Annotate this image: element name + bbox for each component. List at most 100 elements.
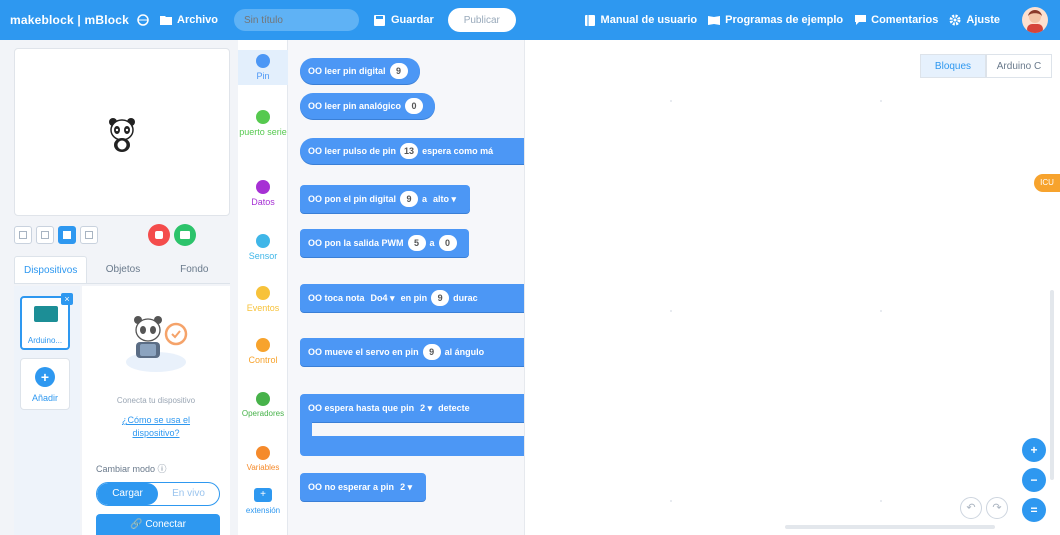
level-dropdown[interactable]: alto ▾ xyxy=(433,194,456,205)
panda-connect-illustration-icon xyxy=(120,308,192,377)
user-manual-link[interactable]: Manual de usuario xyxy=(583,13,697,27)
pin-value-input[interactable]: 0 xyxy=(405,98,424,114)
block-categories: Pin puerto serie Datos Sensor Eventos Co… xyxy=(238,40,288,535)
undo-icon[interactable]: ↶ xyxy=(960,497,982,519)
extension-icon: + xyxy=(254,488,272,502)
small-stage-icon[interactable] xyxy=(36,226,54,244)
mblock-app: makeblock | mBlock Archivo Guardar Publi… xyxy=(0,0,1060,535)
horizontal-scrollbar[interactable] xyxy=(785,525,995,529)
category-dot-icon xyxy=(256,446,270,460)
pwm-value-input[interactable]: 0 xyxy=(438,235,457,251)
pin-value-input[interactable]: 13 xyxy=(400,143,419,159)
stage-canvas[interactable] xyxy=(14,48,230,216)
category-sensor[interactable]: Sensor xyxy=(238,234,288,261)
category-serial[interactable]: puerto serie xyxy=(238,110,288,138)
plus-icon: + xyxy=(35,367,55,387)
device-connect-panel: Conecta tu dispositivo ¿Cómo se usa el d… xyxy=(82,286,230,535)
panda-sprite-icon[interactable] xyxy=(107,117,137,156)
pin-value-input[interactable]: 5 xyxy=(407,235,426,251)
category-dot-icon xyxy=(256,54,270,68)
file-menu[interactable]: Archivo xyxy=(159,13,218,27)
mode-live-option[interactable]: En vivo xyxy=(158,483,219,505)
zoom-out-icon[interactable]: − xyxy=(1022,468,1046,492)
category-pin[interactable]: Pin xyxy=(238,50,288,85)
block-set-pwm-output[interactable]: OO pon la salida PWM 5 a 0 xyxy=(300,229,469,257)
block-read-analog-pin[interactable]: OO leer pin analógico 0 xyxy=(300,93,436,119)
save-label: Guardar xyxy=(390,14,434,26)
device-label: Arduino... xyxy=(27,336,63,345)
block-wait-until-pin[interactable]: OO espera hasta que pin 2 ▾ detecte xyxy=(300,394,524,422)
category-variables[interactable]: Variables xyxy=(238,446,288,472)
connect-button[interactable]: 🔗 Conectar xyxy=(96,514,220,535)
category-dot-icon xyxy=(256,338,270,352)
zoom-reset-icon[interactable]: = xyxy=(1022,498,1046,522)
block-set-digital-pin[interactable]: OO pon el pin digital 9 a alto ▾ xyxy=(300,185,471,213)
publish-button[interactable]: Publicar xyxy=(447,8,516,32)
top-bar: makeblock | mBlock Archivo Guardar Publi… xyxy=(0,0,1060,40)
help-link-line1: ¿Cómo se usa el xyxy=(121,415,191,425)
stop-icon xyxy=(155,231,163,239)
connect-hint-text: Conecta tu dispositivo xyxy=(116,396,196,405)
settings-menu[interactable]: Ajuste xyxy=(948,13,1000,27)
arduino-device-card[interactable]: × Arduino... xyxy=(20,293,73,350)
tab-arduino-c[interactable]: Arduino C xyxy=(986,54,1052,78)
save-button[interactable]: Guardar xyxy=(373,13,434,27)
pin-value-input[interactable]: 9 xyxy=(431,290,450,306)
category-operators[interactable]: Operadores xyxy=(238,392,288,418)
stop-button[interactable] xyxy=(148,224,170,246)
side-panel-toggle[interactable]: ICU xyxy=(1034,174,1060,192)
examples-link[interactable]: Programas de ejemplo xyxy=(707,13,843,27)
pin-value-input[interactable]: 9 xyxy=(422,344,441,360)
tab-blocks[interactable]: Bloques xyxy=(920,54,986,78)
tab-devices[interactable]: Dispositivos xyxy=(14,256,88,283)
mode-upload-option[interactable]: Cargar xyxy=(97,483,158,505)
block-play-note[interactable]: OO toca nota Do4 ▾ en pin 9 durac xyxy=(300,284,524,312)
pin-value-input[interactable]: 9 xyxy=(400,191,419,207)
note-dropdown[interactable]: Do4 ▾ xyxy=(371,293,395,304)
category-data[interactable]: Datos xyxy=(238,180,288,207)
script-area[interactable]: Bloques Arduino C ICU + − = ↶ ↷ xyxy=(524,40,1060,535)
block-move-servo[interactable]: OO mueve el servo en pin 9 al ángulo xyxy=(300,338,524,366)
category-dot-icon xyxy=(256,180,270,194)
block-read-digital-pin[interactable]: OO leer pin digital 9 xyxy=(300,58,420,84)
pin-dropdown[interactable]: 2 ▾ xyxy=(400,482,412,493)
redo-icon[interactable]: ↷ xyxy=(986,497,1008,519)
category-dot-icon xyxy=(256,110,270,124)
category-events[interactable]: Eventos xyxy=(238,286,288,313)
vertical-scrollbar[interactable] xyxy=(1050,290,1054,480)
user-avatar[interactable] xyxy=(1022,7,1048,33)
tab-backdrop[interactable]: Fondo xyxy=(159,256,230,283)
category-extension[interactable]: + extensión xyxy=(238,488,288,515)
project-title-input[interactable] xyxy=(233,9,359,31)
block-read-pulse-pin[interactable]: OO leer pulso de pin 13 espera como má xyxy=(300,138,524,164)
pin-dropdown[interactable]: 2 ▾ xyxy=(420,403,432,414)
feedback-link[interactable]: Comentarios xyxy=(853,13,938,27)
block-no-wait-pin[interactable]: OO no esperar a pin 2 ▾ xyxy=(300,473,427,501)
add-device-label: Añadir xyxy=(31,393,58,403)
save-icon xyxy=(373,13,387,27)
close-icon[interactable]: × xyxy=(61,293,73,305)
devices-list: × Arduino... + Añadir xyxy=(14,286,80,535)
settings-label: Ajuste xyxy=(966,14,1000,26)
help-link[interactable]: ¿Cómo se usa el dispositivo? xyxy=(82,414,230,440)
brand-logo: makeblock | mBlock xyxy=(10,13,130,27)
add-device-button[interactable]: + Añadir xyxy=(20,358,70,410)
category-control[interactable]: Control xyxy=(238,338,288,365)
top-right-menu: Manual de usuario Programas de ejemplo C… xyxy=(583,0,1010,40)
category-dot-icon xyxy=(256,234,270,248)
gear-icon xyxy=(948,13,962,27)
tab-sprites[interactable]: Objetos xyxy=(87,256,158,283)
category-dot-icon xyxy=(256,392,270,406)
green-flag-button[interactable] xyxy=(174,224,196,246)
pin-value-input[interactable]: 9 xyxy=(389,63,408,79)
open-book-icon xyxy=(707,13,721,27)
fullscreen-icon[interactable] xyxy=(14,226,32,244)
feedback-label: Comentarios xyxy=(871,14,939,26)
normal-stage-icon[interactable] xyxy=(58,226,76,244)
category-dot-icon xyxy=(256,286,270,300)
zoom-in-icon[interactable]: + xyxy=(1022,438,1046,462)
grid-view-icon[interactable] xyxy=(80,226,98,244)
help-link-line2: dispositivo? xyxy=(132,428,180,438)
mode-toggle: Cargar En vivo xyxy=(96,482,220,506)
globe-icon[interactable] xyxy=(137,14,149,26)
